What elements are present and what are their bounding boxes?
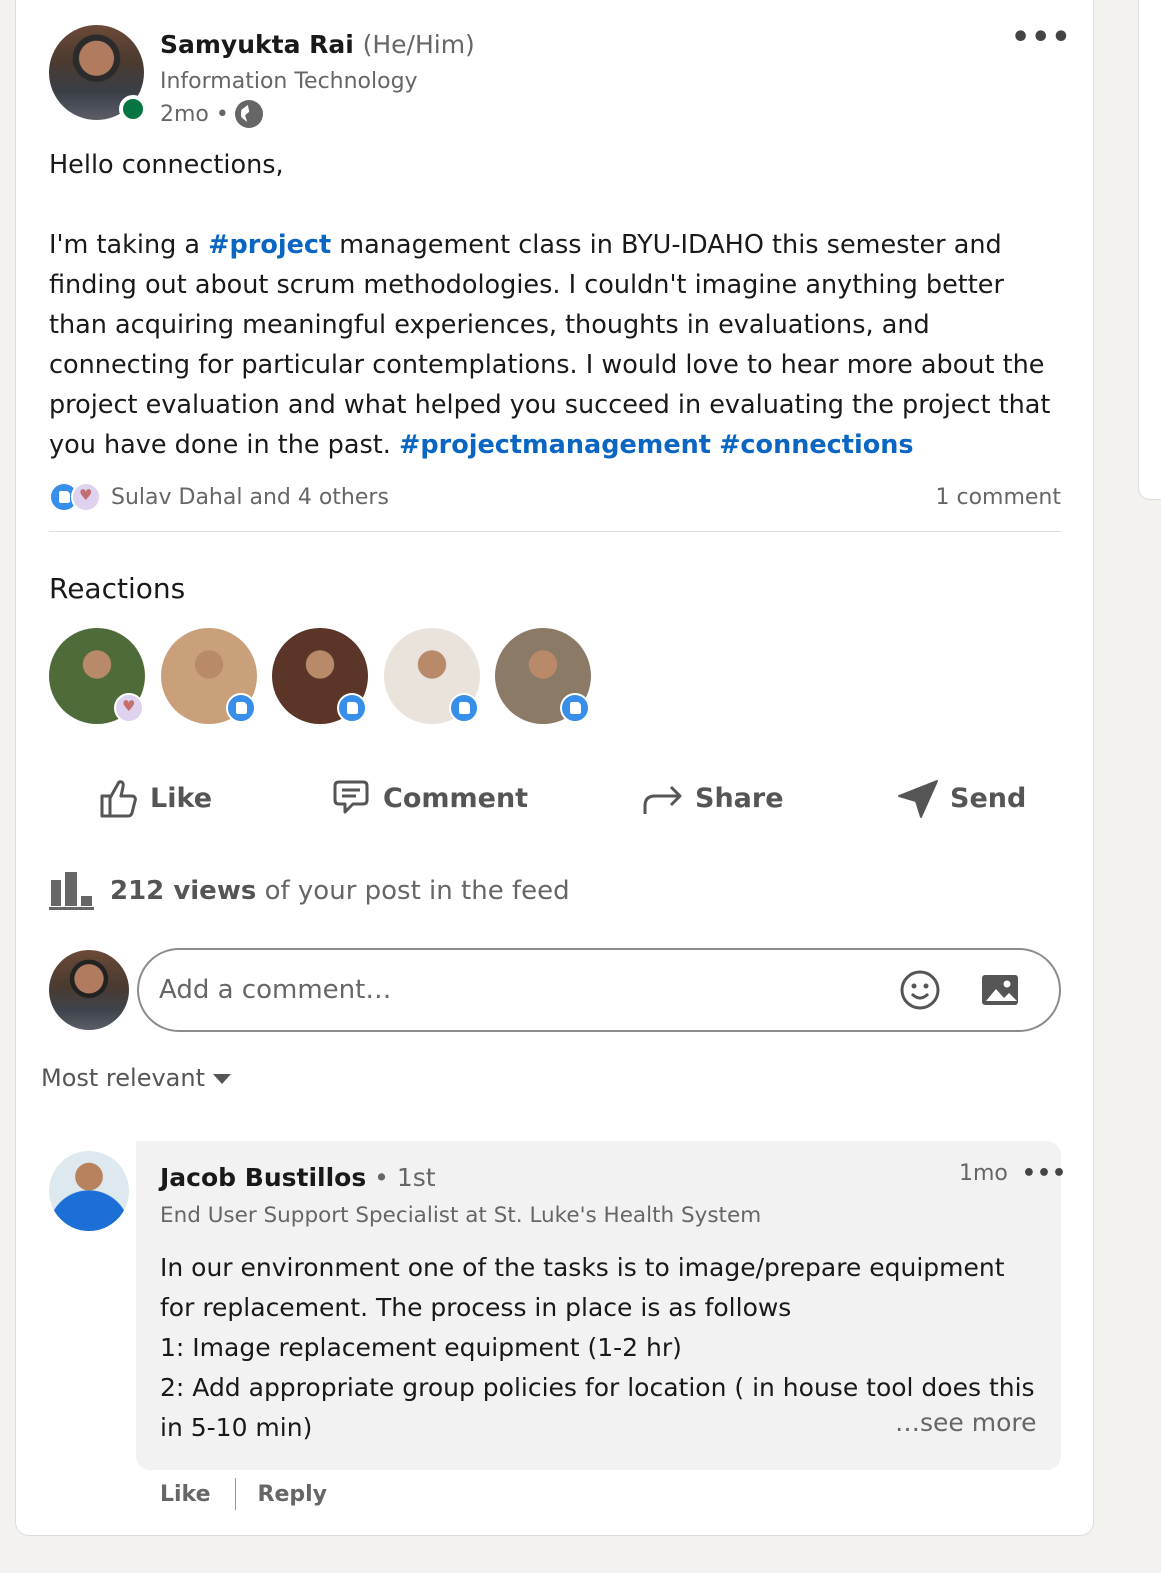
author-headline: Information Technology bbox=[160, 69, 418, 94]
love-reaction-badge-icon bbox=[114, 693, 144, 723]
post-intro: Hello connections, bbox=[49, 150, 284, 180]
reactors-summary-link[interactable]: Sulav Dahal and 4 others bbox=[111, 485, 389, 510]
social-counts: Sulav Dahal and 4 others 1 comment bbox=[49, 480, 1061, 514]
sort-label: Most relevant bbox=[41, 1064, 206, 1092]
current-user-avatar[interactable] bbox=[49, 950, 129, 1030]
thumbs-up-icon bbox=[100, 780, 137, 818]
comment-count-link[interactable]: 1 comment bbox=[935, 485, 1061, 510]
connection-degree: • 1st bbox=[366, 1163, 436, 1192]
reaction-icons bbox=[49, 482, 101, 512]
post-body: Hello connections, I'm taking a #project… bbox=[49, 145, 1059, 465]
right-sidebar-card bbox=[1138, 0, 1161, 500]
post-text-after: management class in BYU-IDAHO this semes… bbox=[49, 230, 1051, 460]
send-label: Send bbox=[950, 782, 1027, 814]
divider bbox=[49, 531, 1061, 532]
author-name-text[interactable]: Samyukta Rai bbox=[160, 30, 354, 59]
love-reaction-icon bbox=[71, 482, 101, 512]
commenter-avatar[interactable] bbox=[49, 1151, 129, 1231]
post-analytics-link[interactable]: 212 views of your post in the feed bbox=[49, 872, 570, 910]
commenter-headline: End User Support Specialist at St. Luke'… bbox=[160, 1203, 762, 1228]
like-reaction-badge-icon bbox=[560, 693, 590, 723]
views-suffix: of your post in the feed bbox=[256, 876, 570, 906]
comment-button[interactable]: Comment bbox=[329, 770, 528, 826]
globe-icon bbox=[234, 100, 263, 128]
comment-actions: Like Reply bbox=[160, 1478, 327, 1510]
like-reaction-badge-icon bbox=[448, 693, 479, 723]
views-text: 212 views of your post in the feed bbox=[110, 876, 570, 906]
post-time-text: 2mo • bbox=[160, 101, 229, 127]
comment-label: Comment bbox=[383, 782, 529, 814]
like-button[interactable]: Like bbox=[96, 770, 212, 826]
send-paper-plane-icon bbox=[898, 780, 938, 818]
comment-line: 2: Add appropriate group policies for lo… bbox=[160, 1373, 1035, 1402]
post-card: Samyukta Rai (He/Him) Information Techno… bbox=[15, 0, 1094, 1536]
comment-like-button[interactable]: Like bbox=[160, 1482, 211, 1507]
hashtag-project-link[interactable]: #project bbox=[208, 230, 331, 260]
author-name[interactable]: Samyukta Rai (He/Him) bbox=[160, 30, 475, 59]
comment-line: In our environment one of the tasks is t… bbox=[160, 1253, 1005, 1282]
author-pronouns: (He/Him) bbox=[362, 30, 475, 59]
post-paragraph: I'm taking a #project management class i… bbox=[49, 225, 1059, 465]
post-more-options-button[interactable]: ••• bbox=[1011, 20, 1072, 55]
analytics-bar-chart-icon bbox=[49, 872, 94, 910]
image-icon[interactable] bbox=[979, 969, 1021, 1011]
post-text-before: I'm taking a bbox=[49, 230, 209, 260]
online-status-indicator bbox=[119, 95, 147, 123]
views-count: 212 views bbox=[110, 876, 257, 906]
share-label: Share bbox=[695, 782, 784, 814]
reactions-heading: Reactions bbox=[49, 572, 186, 605]
like-reaction-badge-icon bbox=[337, 693, 367, 723]
post-timestamp: 2mo • bbox=[160, 100, 263, 128]
see-more-button[interactable]: …see more bbox=[895, 1408, 1037, 1437]
comment-icon bbox=[333, 780, 369, 814]
hashtag-connections-link[interactable]: #connections bbox=[719, 430, 914, 460]
comment-line: 1: Image replacement equipment (1-2 hr) bbox=[160, 1333, 682, 1362]
commenter-name[interactable]: Jacob Bustillos • 1st bbox=[160, 1163, 436, 1192]
share-button[interactable]: Share bbox=[641, 770, 784, 826]
comment-more-options-button[interactable]: ••• bbox=[1022, 1161, 1067, 1186]
comment-sort-dropdown[interactable]: Most relevant bbox=[41, 1064, 232, 1092]
comment-meta: 1mo ••• bbox=[959, 1161, 1067, 1186]
divider bbox=[234, 1478, 236, 1510]
comment-line: for replacement. The process in place is… bbox=[160, 1293, 792, 1322]
caret-down-icon bbox=[213, 1074, 232, 1084]
emoji-icon[interactable] bbox=[899, 969, 941, 1011]
send-button[interactable]: Send bbox=[896, 770, 1026, 826]
commenter-name-text[interactable]: Jacob Bustillos bbox=[160, 1163, 366, 1192]
like-label: Like bbox=[150, 782, 213, 814]
hashtag-projectmanagement-link[interactable]: #projectmanagement bbox=[399, 430, 711, 460]
share-arrow-icon bbox=[643, 785, 682, 814]
like-reaction-badge-icon bbox=[225, 693, 256, 723]
comment-input[interactable] bbox=[159, 975, 899, 1005]
comment-reply-button[interactable]: Reply bbox=[258, 1482, 328, 1507]
comment-time: 1mo bbox=[959, 1161, 1008, 1186]
comment-input-box[interactable] bbox=[137, 948, 1061, 1032]
